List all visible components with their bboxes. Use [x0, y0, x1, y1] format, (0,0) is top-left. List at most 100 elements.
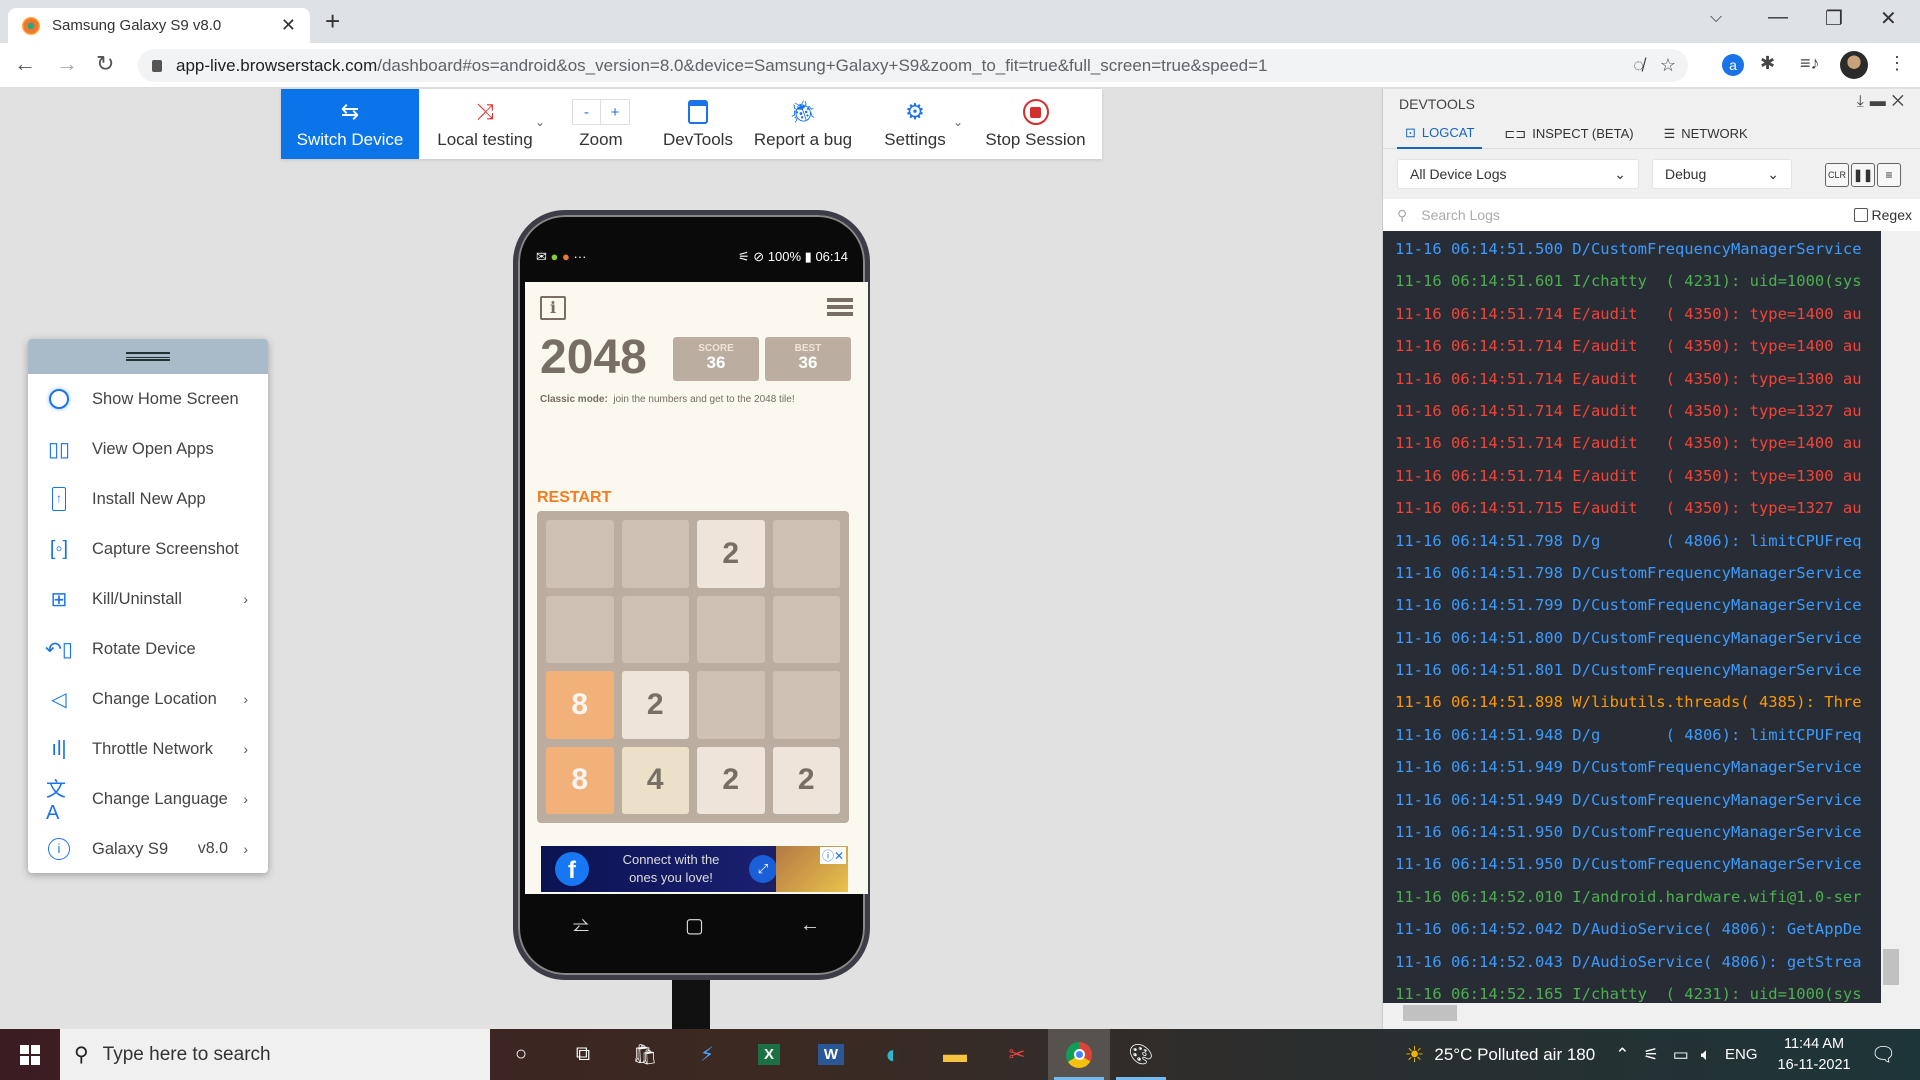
cortana-icon[interactable]: ○	[490, 1029, 552, 1080]
extensions-puzzle-icon[interactable]: ✱	[1760, 53, 1775, 74]
chevron-right-icon: ›	[243, 741, 248, 757]
ad-close-icon[interactable]: ⓘ✕	[819, 847, 846, 864]
close-devtools-icon[interactable]: ✕	[1892, 93, 1910, 110]
settings-button[interactable]: ⚙ Settings ⌄	[861, 89, 969, 159]
chrome-icon[interactable]	[1048, 1029, 1110, 1080]
menu-item-change-location[interactable]: ◁ Change Location ›	[28, 674, 268, 724]
store-icon[interactable]: 🛍︎	[614, 1029, 676, 1080]
network-icon: ☰	[1663, 125, 1676, 141]
media-control-icon[interactable]: ≡♪	[1800, 53, 1820, 74]
logs-vertical-scrollbar[interactable]	[1881, 231, 1905, 1003]
wrap-lines-button[interactable]: ≡	[1877, 163, 1901, 187]
tab-close-icon[interactable]: ✕	[281, 15, 296, 36]
recents-button[interactable]: ⥨	[573, 914, 589, 937]
menu-item-capture-screenshot[interactable]: [◦] Capture Screenshot	[28, 524, 268, 574]
weather-text[interactable]: 25°C Polluted air 180	[1434, 1045, 1595, 1065]
switch-device-button[interactable]: ⇆ Switch Device	[281, 89, 419, 159]
battery-icon[interactable]: ▭	[1673, 1045, 1689, 1065]
local-testing-icon: ⤨	[476, 99, 494, 124]
ad-banner[interactable]: f Connect with the ones you love! ⤢ ⓘ✕	[541, 846, 848, 892]
paint-icon[interactable]: 🎨︎	[1110, 1029, 1172, 1080]
chrome-menu-icon[interactable]: ⋮	[1888, 53, 1906, 74]
device-screen[interactable]: i 2048 SCORE 36 BEST 36 Classic mode: jo…	[525, 282, 868, 894]
forward-button[interactable]: →	[56, 51, 78, 77]
search-logs-input[interactable]: Search Logs	[1421, 207, 1500, 223]
logs-horizontal-scrollbar[interactable]	[1383, 1003, 1881, 1021]
devtools-button[interactable]: DevTools	[651, 89, 745, 159]
zoom-out-button[interactable]: -	[573, 100, 601, 124]
pause-logs-button[interactable]: ❚❚	[1851, 163, 1875, 187]
browser-tab[interactable]: Samsung Galaxy S9 v8.0 ✕	[8, 8, 310, 43]
reload-button[interactable]: ↻	[96, 51, 114, 77]
menu-item-install-new-app[interactable]: ↑ Install New App	[28, 474, 268, 524]
menu-item-kill-uninstall[interactable]: ⊞ Kill/Uninstall ›	[28, 574, 268, 624]
chevron-down-icon: ⌄	[534, 115, 545, 129]
stop-session-button[interactable]: Stop Session	[969, 89, 1102, 159]
chevron-right-icon: ›	[243, 691, 248, 707]
tab-inspect[interactable]: ⊏⊐ INSPECT (BETA)	[1496, 119, 1641, 149]
info-icon: i	[46, 836, 72, 862]
close-window-button[interactable]: ✕	[1880, 6, 1897, 31]
menu-item-throttle-network[interactable]: ıl| Throttle Network ›	[28, 724, 268, 774]
clear-logs-button[interactable]: CLR	[1825, 163, 1849, 187]
log-source-select[interactable]: All Device Logs ⌄	[1397, 159, 1639, 189]
task-view-icon[interactable]: ⧉	[552, 1029, 614, 1080]
file-explorer-icon[interactable]: ▬	[924, 1029, 986, 1080]
game-menu-icon[interactable]	[827, 298, 853, 316]
taskbar-search[interactable]: ⚲ Type here to search	[60, 1029, 490, 1080]
restart-button[interactable]: RESTART	[537, 489, 611, 507]
tracking-blocked-eye-icon[interactable]: ◌̸	[1633, 55, 1644, 76]
bug-icon: 🐞︎	[789, 99, 817, 124]
expand-icon[interactable]: ⤢	[749, 855, 777, 883]
back-nav-button[interactable]: ←	[800, 914, 820, 937]
empty-cell	[697, 595, 765, 663]
apps-grid-icon: ⊞	[50, 588, 68, 611]
tab-search-chevron-icon[interactable]: ⌵	[1710, 9, 1722, 27]
minimize-button[interactable]: —	[1768, 6, 1788, 29]
log-line: 11-16 06:14:51.714 E/audit ( 4350): type…	[1395, 466, 1862, 485]
weather-icon: ☀	[1404, 1041, 1425, 1067]
regex-checkbox[interactable]: Regex	[1853, 207, 1912, 223]
wifi-icon[interactable]: ⚟	[1643, 1045, 1658, 1065]
menu-drag-handle[interactable]	[28, 339, 268, 374]
menu-item-change-language[interactable]: 文A Change Language ›	[28, 774, 268, 824]
log-line: 11-16 06:14:51.798 D/g ( 4806): limitCPU…	[1395, 531, 1862, 550]
snipping-tool-icon[interactable]: ✂	[986, 1029, 1048, 1080]
bookmark-star-icon[interactable]: ☆	[1660, 55, 1676, 76]
start-button[interactable]	[0, 1029, 60, 1080]
local-testing-button[interactable]: ⤨ Local testing ⌄	[419, 89, 551, 159]
notification-icons: ✉ ● ● ···	[536, 249, 587, 264]
language-indicator[interactable]: ENG	[1725, 1046, 1758, 1063]
extension-a-icon[interactable]: a	[1722, 54, 1744, 76]
volume-icon[interactable]: 🔈︎	[1701, 1045, 1711, 1065]
restore-button[interactable]: ❐	[1825, 6, 1843, 31]
profile-avatar[interactable]	[1840, 51, 1868, 79]
report-bug-button[interactable]: 🐞︎ Report a bug	[745, 89, 861, 159]
address-bar[interactable]: app-live.browserstack.com/dashboard#os=a…	[138, 49, 1688, 82]
power-automate-icon[interactable]: ⚡︎	[676, 1029, 738, 1080]
download-logs-icon[interactable]: ⤓	[1857, 93, 1870, 110]
edge-icon[interactable]: ◐	[862, 1029, 924, 1080]
back-button[interactable]: ←	[14, 51, 36, 77]
dock-icon[interactable]: ▬	[1870, 93, 1892, 110]
tab-network[interactable]: ☰ NETWORK	[1656, 119, 1756, 149]
game-info-icon[interactable]: i	[540, 296, 566, 320]
tab-logcat[interactable]: ⊡ LOGCAT	[1397, 119, 1483, 149]
zoom-in-button[interactable]: +	[601, 100, 629, 124]
menu-item-show-home-screen[interactable]: Show Home Screen	[28, 374, 268, 424]
home-button[interactable]: ▢	[685, 913, 704, 938]
menu-item-device-info[interactable]: i Galaxy S9 v8.0 ›	[28, 824, 268, 873]
menu-item-view-open-apps[interactable]: ▯▯ View Open Apps	[28, 424, 268, 474]
menu-item-rotate-device[interactable]: ↶▯ Rotate Device	[28, 624, 268, 674]
game-board[interactable]: 2828422	[537, 511, 849, 823]
show-hidden-icons[interactable]: ⌃	[1615, 1045, 1629, 1065]
word-icon[interactable]: W	[800, 1029, 862, 1080]
terminal-icon: ⊡	[1405, 124, 1416, 140]
clock[interactable]: 11:44 AM 16-11-2021	[1778, 1034, 1851, 1076]
new-tab-button[interactable]: +	[325, 6, 340, 37]
log-line: 11-16 06:14:51.950 D/CustomFrequencyMana…	[1395, 823, 1862, 842]
log-line: 11-16 06:14:51.801 D/CustomFrequencyMana…	[1395, 661, 1862, 680]
log-level-select[interactable]: Debug ⌄	[1652, 159, 1792, 189]
excel-icon[interactable]: X	[738, 1029, 800, 1080]
notifications-icon[interactable]: 🗨︎	[1871, 1042, 1896, 1067]
